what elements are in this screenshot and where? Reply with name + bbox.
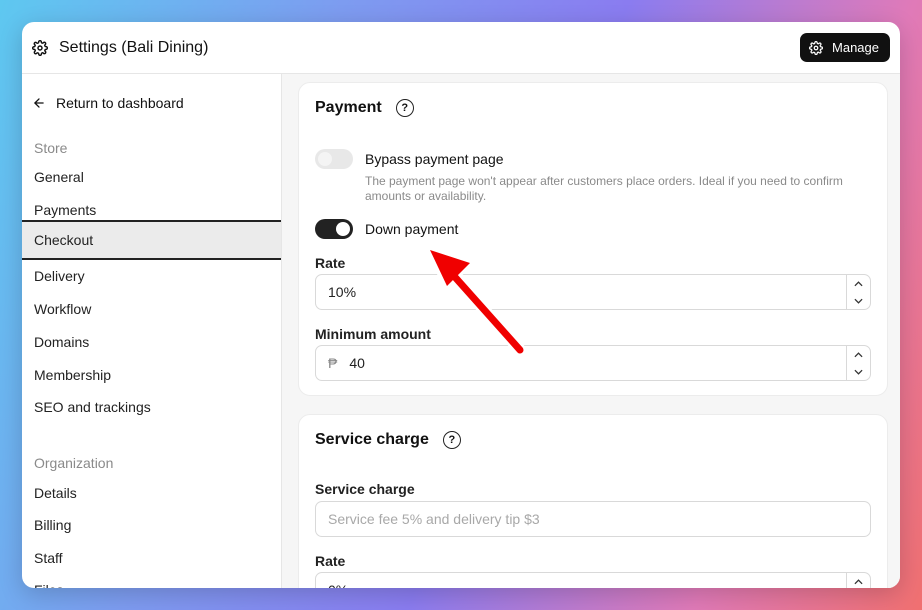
rate-input[interactable]: 10% [315, 274, 871, 310]
manage-button[interactable]: Manage [800, 33, 890, 62]
chevron-up-icon[interactable] [847, 275, 870, 292]
title-bar: Settings (Bali Dining) Manage [22, 22, 900, 74]
sidebar-item-domains[interactable]: Domains [22, 325, 281, 358]
sidebar-item-files[interactable]: Files [22, 573, 281, 589]
gear-icon [809, 40, 824, 55]
minimum-amount-stepper[interactable] [846, 346, 870, 380]
minimum-amount-value: 40 [349, 355, 365, 371]
store-section-label: Store [34, 140, 68, 156]
payment-card: Payment ? Bypass payment page The paymen… [298, 82, 888, 396]
settings-content: Payment ? Bypass payment page The paymen… [282, 74, 900, 588]
chevron-down-icon[interactable] [847, 363, 870, 380]
service-rate-label: Rate [315, 553, 346, 569]
arrow-left-icon [34, 98, 44, 108]
service-charge-card-title: Service charge ? [315, 431, 461, 449]
service-rate-stepper[interactable] [846, 573, 870, 588]
gear-icon [32, 39, 48, 56]
annotation-arrow-icon [425, 245, 526, 356]
down-payment-toggle[interactable] [315, 219, 353, 239]
rate-stepper[interactable] [846, 275, 870, 309]
sidebar-item-seo-and-trackings[interactable]: SEO and trackings [22, 390, 281, 423]
service-charge-placeholder: Service fee 5% and delivery tip $3 [328, 511, 540, 527]
service-charge-label: Service charge [315, 481, 415, 497]
bypass-payment-toggle[interactable] [315, 149, 353, 169]
sidebar-item-general[interactable]: General [22, 160, 281, 193]
minimum-amount-label: Minimum amount [315, 326, 431, 342]
help-icon[interactable]: ? [395, 99, 414, 117]
down-payment-label: Down payment [365, 221, 459, 237]
sidebar-item-delivery[interactable]: Delivery [22, 259, 281, 292]
payment-card-title: Payment ? [315, 99, 414, 117]
return-to-dashboard-label: Return to dashboard [56, 95, 184, 111]
return-to-dashboard-link[interactable]: Return to dashboard [32, 95, 184, 111]
sidebar-item-billing[interactable]: Billing [22, 508, 281, 541]
window-title: Settings (Bali Dining) [59, 38, 209, 56]
organization-section-label: Organization [34, 455, 114, 471]
currency-prefix: ₱ [328, 355, 338, 371]
service-charge-card: Service charge ? Service charge Service … [298, 414, 888, 588]
minimum-amount-input[interactable]: ₱ 40 [315, 345, 871, 381]
chevron-up-icon[interactable] [847, 346, 870, 363]
sidebar-item-workflow[interactable]: Workflow [22, 292, 281, 325]
settings-sidebar: Return to dashboard Store General Paymen… [22, 74, 282, 588]
service-charge-title-text: Service charge [315, 431, 429, 448]
rate-value: 10% [328, 284, 357, 300]
service-rate-input[interactable]: 0% [315, 572, 871, 588]
rate-label: Rate [315, 255, 346, 271]
sidebar-item-checkout[interactable]: Checkout [22, 220, 281, 260]
sidebar-item-membership[interactable]: Membership [22, 358, 281, 391]
service-charge-input[interactable]: Service fee 5% and delivery tip $3 [315, 501, 871, 537]
manage-button-label: Manage [832, 40, 879, 55]
sidebar-item-staff[interactable]: Staff [22, 541, 281, 574]
bypass-payment-description: The payment page won't appear after cust… [365, 174, 843, 203]
help-icon[interactable]: ? [442, 431, 461, 449]
chevron-up-icon[interactable] [847, 573, 870, 588]
payment-title-text: Payment [315, 99, 382, 116]
chevron-down-icon[interactable] [847, 292, 870, 309]
sidebar-item-details[interactable]: Details [22, 476, 281, 509]
service-rate-value: 0% [328, 582, 348, 588]
bypass-payment-label: Bypass payment page [365, 151, 504, 167]
